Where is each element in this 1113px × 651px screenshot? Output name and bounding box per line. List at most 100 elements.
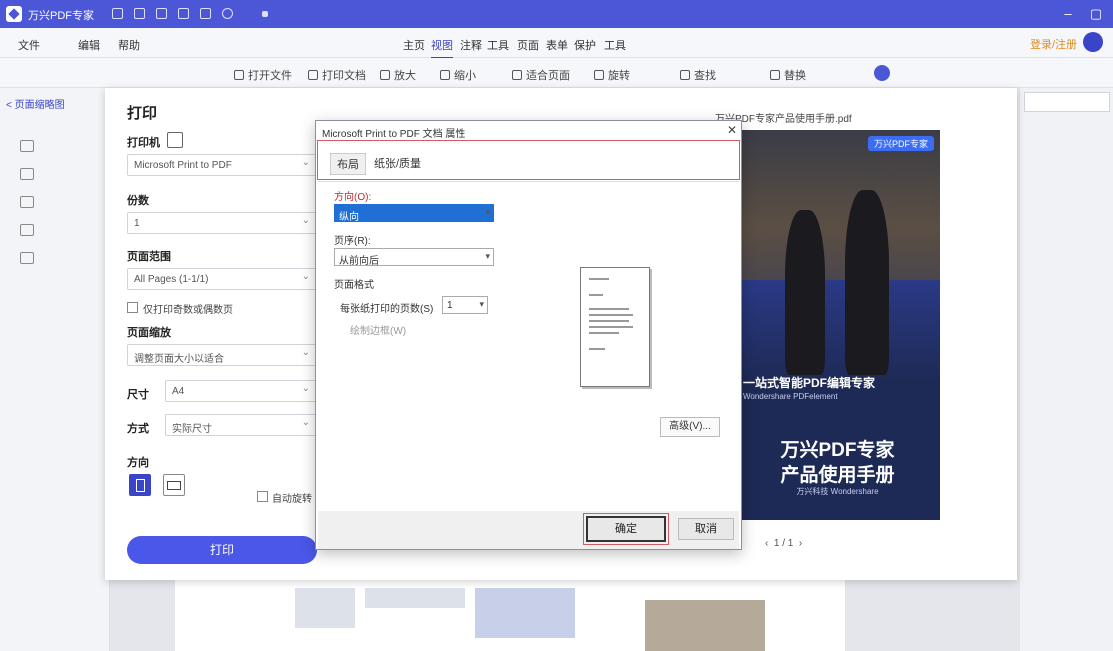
preview-caption: 万兴科技 Wondershare [796,487,879,496]
copies-label: 份数 [127,195,149,207]
tool-rotate[interactable]: 旋转 [594,67,630,83]
rotate-icon [594,70,604,80]
scale-label: 页面缩放 [127,327,171,339]
print-title: 打印 [127,105,158,122]
tab-form[interactable]: 表单 [546,37,568,53]
paper-preview [580,267,650,387]
cancel-button[interactable]: 取消 [678,518,734,540]
odd-even-checkbox[interactable] [127,302,138,313]
page-order-label: 页序(R): [334,236,371,247]
search-icon[interactable] [20,252,34,264]
replace-icon [770,70,780,80]
prev-page-icon[interactable]: ‹ [765,538,774,549]
person-image [785,210,825,375]
dot-icon [262,11,268,17]
close-icon[interactable]: ✕ [727,123,737,137]
tool-open[interactable]: 打开文件 [234,67,292,83]
comment-icon[interactable] [20,196,34,208]
person-image [845,190,889,375]
print-icon[interactable] [156,8,167,19]
left-rail: < 页面缩略图 [0,88,110,651]
toolbar: 打开文件 打印文档 放大 缩小 适合页面 旋转 查找 替换 [0,58,1113,88]
file-icon[interactable] [112,8,123,19]
orientation-select[interactable]: 纵向 [334,204,494,223]
save-icon[interactable] [134,8,145,19]
page-order-select[interactable]: 从前向后 [334,248,494,267]
copies-input[interactable]: 1 [127,212,317,234]
tab-tools-2[interactable]: 工具 [604,37,626,53]
dialog-titlebar: Microsoft Print to PDF 文档 属性 ✕ [316,121,741,141]
preview-title-line1: 万兴PDF专家 [780,440,895,461]
orientation-label: 方向(O): [334,192,372,203]
mode-label: 方式 [127,423,149,435]
tool-zoom-in[interactable]: 放大 [380,67,416,83]
orientation-label: 方向 [127,457,149,469]
dialog-tabs: 布局 纸张/质量 [317,140,740,180]
account-icon[interactable] [874,65,890,81]
printer-settings-icon[interactable] [167,132,183,148]
right-panel [1020,88,1113,651]
avatar[interactable] [1083,32,1103,52]
ok-button[interactable]: 确定 [583,513,669,545]
zoom-out-icon [440,70,450,80]
tab-layout[interactable]: 布局 [330,153,366,175]
preview-page-nav: ‹ 1 / 1 › [765,538,802,549]
tab-comment[interactable]: 注释 [460,37,482,53]
preview-title-line2: 产品使用手册 [780,465,895,486]
app-logo-icon [6,6,22,22]
tool-print[interactable]: 打印文档 [308,67,366,83]
size-select[interactable]: A4 [165,380,317,402]
zoom-in-icon [380,70,390,80]
printer-select[interactable]: Microsoft Print to PDF [127,154,317,176]
find-icon [680,70,690,80]
menu-file[interactable]: 文件 [18,37,40,53]
tab-tools[interactable]: 工具 [487,37,509,53]
title-bar: 万兴PDF专家 – ▢ [0,0,1113,28]
tool-replace[interactable]: 替换 [770,67,806,83]
thumbnail-icon[interactable] [20,140,34,152]
advanced-button[interactable]: 高级(V)... [660,417,720,437]
pages-per-sheet-label: 每张纸打印的页数(S) [340,304,434,315]
tool-zoom-out[interactable]: 缩小 [440,67,476,83]
maximize-icon[interactable]: ▢ [1088,6,1104,22]
attachment-icon[interactable] [20,224,34,236]
page-format-label: 页面格式 [334,280,374,291]
orientation-portrait-button[interactable] [129,474,151,496]
redo-icon[interactable] [200,8,211,19]
tab-protect[interactable]: 保护 [574,37,596,53]
pages-select[interactable]: All Pages (1-1/1) [127,268,317,290]
tab-view[interactable]: 视图 [431,37,453,59]
print-icon [308,70,318,80]
dialog-footer [318,511,739,549]
tool-find[interactable]: 查找 [680,67,716,83]
pages-label: 页面范围 [127,251,171,263]
mode-select[interactable]: 实际尺寸 [165,414,317,436]
tab-paper-quality[interactable]: 纸张/质量 [374,155,421,171]
tool-fit[interactable]: 适合页面 [512,67,570,83]
print-button[interactable]: 打印 [127,536,317,564]
dialog-title: Microsoft Print to PDF 文档 属性 [322,129,466,140]
tab-page[interactable]: 页面 [517,37,539,53]
open-icon [234,70,244,80]
orientation-landscape-button[interactable] [163,474,185,496]
thumbnail-tab[interactable]: < 页面缩略图 [6,96,65,111]
pages-per-sheet-select[interactable]: 1 [442,296,488,314]
size-label: 尺寸 [127,389,149,401]
right-search-input[interactable] [1024,92,1110,112]
preview-tag: 万兴PDF专家 [867,136,934,151]
preview-page: 万兴PDF专家 一站式智能PDF编辑专家 Wondershare PDFelem… [735,130,940,520]
undo-icon[interactable] [178,8,189,19]
tab-home[interactable]: 主页 [403,37,425,53]
fit-page-icon [512,70,522,80]
auto-rotate-checkbox[interactable] [257,491,268,502]
minimize-icon[interactable]: – [1060,6,1076,22]
menu-edit[interactable]: 编辑 [78,37,100,53]
menu-help[interactable]: 帮助 [118,37,140,53]
more-icon[interactable] [222,8,233,19]
background-document [175,580,845,651]
next-page-icon[interactable]: › [793,538,802,549]
draw-border-label: 绘制边框(W) [350,326,407,337]
login-link[interactable]: 登录/注册 [1030,36,1077,52]
bookmark-icon[interactable] [20,168,34,180]
scale-select[interactable]: 调整页面大小以适合 [127,344,317,366]
